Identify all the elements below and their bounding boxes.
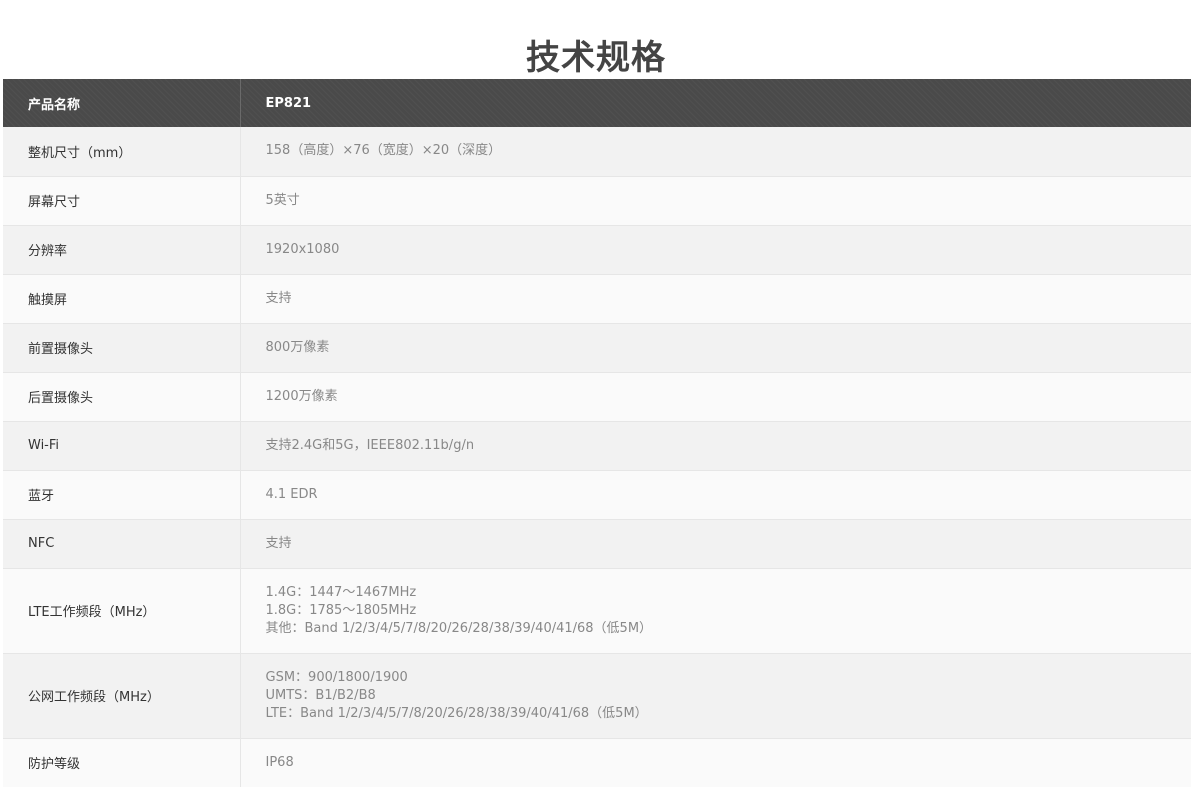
spec-row-protection-rating: 防护等级 IP68 (3, 738, 1191, 787)
spec-row-rear-camera: 后置摄像头 1200万像素 (3, 372, 1191, 422)
spec-row-screen-size: 屏幕尺寸 5英寸 (3, 176, 1191, 226)
spec-label: NFC (3, 519, 241, 569)
spec-label: 后置摄像头 (3, 372, 241, 422)
spec-label: LTE工作频段（MHz） (3, 568, 241, 654)
spec-row-lte-bands: LTE工作频段（MHz） 1.4G：1447～1467MHz 1.8G：1785… (3, 568, 1191, 654)
spec-value: 5英寸 (240, 176, 1191, 226)
spec-row-dimensions: 整机尺寸（mm） 158（高度）×76（宽度）×20（深度） (3, 127, 1191, 177)
page-title: 技术规格 (526, 37, 666, 78)
spec-row-wifi: Wi-Fi 支持2.4G和5G，IEEE802.11b/g/n (3, 421, 1191, 471)
spec-value: 支持2.4G和5G，IEEE802.11b/g/n (240, 421, 1191, 471)
spec-row-bluetooth: 蓝牙 4.1 EDR (3, 470, 1191, 520)
spec-value: 158（高度）×76（宽度）×20（深度） (240, 127, 1191, 177)
spec-value: 800万像素 (240, 323, 1191, 373)
spec-value: IP68 (240, 738, 1191, 787)
spec-value-line: 1.4G：1447～1467MHz (265, 584, 417, 600)
spec-row-front-camera: 前置摄像头 800万像素 (3, 323, 1191, 373)
spec-row-resolution: 分辨率 1920x1080 (3, 225, 1191, 275)
spec-page: 技术规格 产品名称 EP821 整机尺寸（mm） 158（高度）×76（宽度）×… (0, 0, 1192, 787)
spec-label: 公网工作频段（MHz） (3, 653, 241, 739)
header-value-cell: EP821 (240, 79, 1191, 127)
spec-value: 1.4G：1447～1467MHz 1.8G：1785～1805MHz 其他：B… (240, 568, 1191, 654)
spec-label: 触摸屏 (3, 274, 241, 324)
spec-label: 屏幕尺寸 (3, 176, 241, 226)
spec-value: GSM：900/1800/1900 UMTS：B1/B2/B8 LTE：Band… (240, 653, 1191, 739)
spec-value: 1200万像素 (240, 372, 1191, 422)
spec-value-line: UMTS：B1/B2/B8 (265, 687, 376, 703)
spec-table: 产品名称 EP821 整机尺寸（mm） 158（高度）×76（宽度）×20（深度… (3, 79, 1191, 787)
spec-value-line: GSM：900/1800/1900 (265, 669, 408, 685)
spec-value-line: LTE：Band 1/2/3/4/5/7/8/20/26/28/38/39/40… (265, 705, 648, 721)
spec-label: 前置摄像头 (3, 323, 241, 373)
spec-row-touchscreen: 触摸屏 支持 (3, 274, 1191, 324)
spec-row-nfc: NFC 支持 (3, 519, 1191, 569)
header-name-cell: 产品名称 (3, 79, 241, 127)
spec-value: 支持 (240, 274, 1191, 324)
spec-value: 4.1 EDR (240, 470, 1191, 520)
spec-value-line: 1.8G：1785～1805MHz (265, 602, 417, 618)
spec-label: 蓝牙 (3, 470, 241, 520)
spec-label: 整机尺寸（mm） (3, 127, 241, 177)
spec-value: 支持 (240, 519, 1191, 569)
spec-label: 分辨率 (3, 225, 241, 275)
spec-row-public-network-bands: 公网工作频段（MHz） GSM：900/1800/1900 UMTS：B1/B2… (3, 653, 1191, 739)
spec-value-line: 其他：Band 1/2/3/4/5/7/8/20/26/28/38/39/40/… (265, 620, 653, 636)
spec-table-header: 产品名称 EP821 (3, 79, 1191, 127)
spec-label: 防护等级 (3, 738, 241, 787)
spec-label: Wi-Fi (3, 421, 241, 471)
spec-value: 1920x1080 (240, 225, 1191, 275)
